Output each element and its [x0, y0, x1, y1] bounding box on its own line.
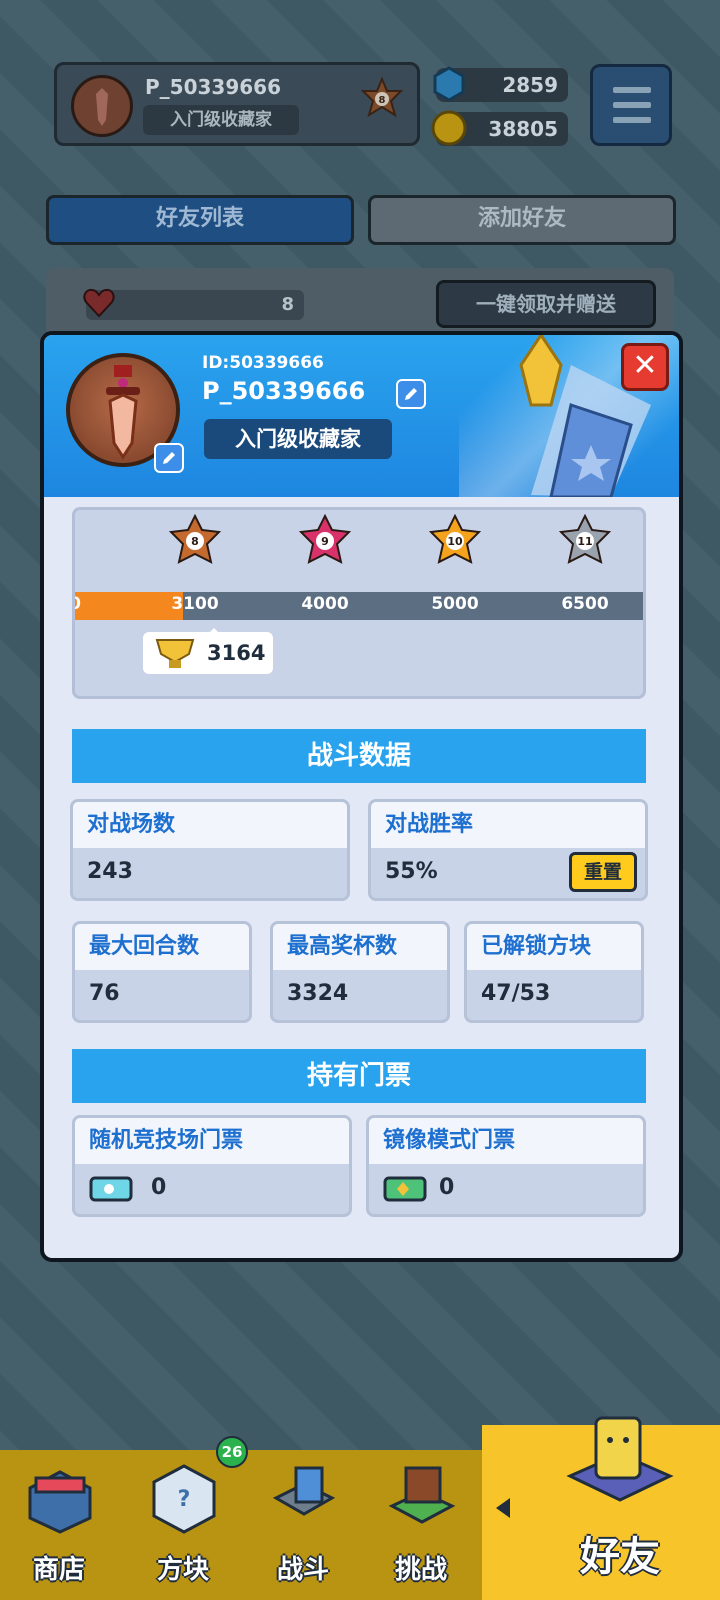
gem-count: 2859	[502, 73, 558, 97]
stat-value: 243	[87, 859, 133, 884]
shop-icon	[28, 1470, 92, 1534]
coin-count: 38805	[488, 117, 558, 141]
progress-bar	[75, 592, 643, 620]
coin-counter[interactable]: 38805	[431, 110, 568, 146]
close-button[interactable]: ✕	[621, 343, 669, 391]
progress-tick-label: 6500	[561, 594, 609, 614]
nav-blocks[interactable]: ? 方块	[124, 1450, 242, 1600]
nav-battle[interactable]: 战斗	[244, 1450, 362, 1600]
stat-matches: 对战场数 243	[70, 799, 350, 901]
progress-fill	[75, 592, 183, 620]
stat-value: 3324	[287, 981, 349, 1006]
stat-max-trophies: 最高奖杯数 3324	[270, 921, 450, 1023]
menu-icon	[613, 87, 651, 93]
nav-label: 方块	[156, 1555, 209, 1585]
claim-and-send-button[interactable]: 一键领取并赠送	[436, 280, 656, 328]
player-title: 入门级收藏家	[204, 419, 392, 459]
current-trophies: 3164	[143, 628, 273, 674]
heart-row: 8 一键领取并赠送	[46, 268, 674, 338]
rank-medal-number: 10	[447, 535, 463, 548]
menu-button[interactable]	[590, 64, 672, 146]
rank-progress-panel[interactable]: 8 9 10 11 0 3100 4000 5000 6500 3164	[72, 507, 646, 699]
ticket-arena: 随机竞技场门票 0	[72, 1115, 352, 1217]
player-title: 入门级收藏家	[143, 105, 299, 135]
ticket-label: 镜像模式门票	[369, 1118, 643, 1164]
trophy-icon	[155, 639, 195, 668]
player-id: ID:50339666	[202, 353, 324, 373]
arena-ticket-icon	[89, 1176, 133, 1202]
friends-icon	[566, 1416, 674, 1502]
progress-tick-label: 5000	[431, 594, 479, 614]
nav-challenge[interactable]: 挑战	[362, 1450, 480, 1600]
modal-header: ID:50339666 P_50339666 入门级收藏家 ✕	[44, 335, 679, 497]
svg-text:?: ?	[178, 1487, 191, 1512]
svg-text:8: 8	[379, 95, 386, 106]
battle-stats-header: 战斗数据	[72, 729, 646, 783]
challenge-icon	[388, 1466, 456, 1524]
tickets-header: 持有门票	[72, 1049, 646, 1103]
tab-add-friend[interactable]: 添加好友	[368, 195, 676, 245]
ticket-mirror: 镜像模式门票 0	[366, 1115, 646, 1217]
nav-label: 挑战	[394, 1555, 447, 1585]
avatar	[71, 75, 133, 137]
nav-label: 商店	[32, 1555, 85, 1585]
nav-shop[interactable]: 商店	[0, 1450, 118, 1600]
player-profile-chip[interactable]: P_50339666 入门级收藏家 8	[54, 62, 420, 146]
stat-max-rounds: 最大回合数 76	[72, 921, 252, 1023]
rank-medal-icon: 8	[169, 514, 221, 564]
rank-medal-icon: 10	[429, 514, 481, 564]
progress-tick-label: 0	[75, 594, 81, 614]
rank-medal-number: 9	[321, 535, 329, 548]
tab-friend-list[interactable]: 好友列表	[46, 195, 354, 245]
stat-label: 对战场数	[73, 802, 347, 848]
nav-label: 战斗	[276, 1555, 329, 1585]
player-name: P_50339666	[145, 75, 281, 99]
edit-name-icon[interactable]	[396, 379, 426, 409]
coin-icon	[431, 110, 467, 146]
stat-label: 已解锁方块	[467, 924, 641, 970]
heart-count: 8	[86, 290, 304, 320]
profile-modal: ID:50339666 P_50339666 入门级收藏家 ✕ 8 9 10 11 0…	[40, 331, 683, 1262]
rank-medal-number: 8	[191, 535, 199, 548]
rank-medal-icon: 11	[559, 514, 611, 564]
gem-icon	[433, 66, 465, 102]
mirror-ticket-icon	[383, 1176, 427, 1202]
reset-button[interactable]: 重置	[569, 852, 637, 892]
stat-winrate: 对战胜率 55% 重置	[368, 799, 648, 901]
battle-icon	[272, 1466, 336, 1516]
nav-collapse-arrow-icon[interactable]	[496, 1498, 510, 1518]
stat-label: 最大回合数	[75, 924, 249, 970]
stat-unlocked-blocks: 已解锁方块 47/53	[464, 921, 644, 1023]
stat-value: 76	[89, 981, 120, 1006]
rank-medal-icon: 8	[361, 77, 403, 118]
nav-friends[interactable]: 好友	[530, 1410, 710, 1600]
heart-icon	[83, 288, 115, 318]
rank-medal-icon: 9	[299, 514, 351, 564]
gem-counter[interactable]: 2859	[433, 66, 568, 102]
progress-tick-label: 4000	[301, 594, 349, 614]
player-name: P_50339666	[202, 377, 366, 405]
block-icon: ?	[152, 1464, 216, 1534]
sword-icon	[96, 88, 108, 126]
progress-tick-label: 3100	[171, 594, 219, 614]
stat-value: 47/53	[481, 981, 551, 1006]
ticket-label: 随机竞技场门票	[75, 1118, 349, 1164]
stat-label: 对战胜率	[371, 802, 645, 848]
edit-avatar-icon[interactable]	[154, 443, 184, 473]
stat-label: 最高奖杯数	[273, 924, 447, 970]
current-trophies-value: 3164	[207, 641, 266, 665]
nav-label: 好友	[580, 1534, 660, 1580]
rank-medal-number: 11	[577, 535, 592, 548]
